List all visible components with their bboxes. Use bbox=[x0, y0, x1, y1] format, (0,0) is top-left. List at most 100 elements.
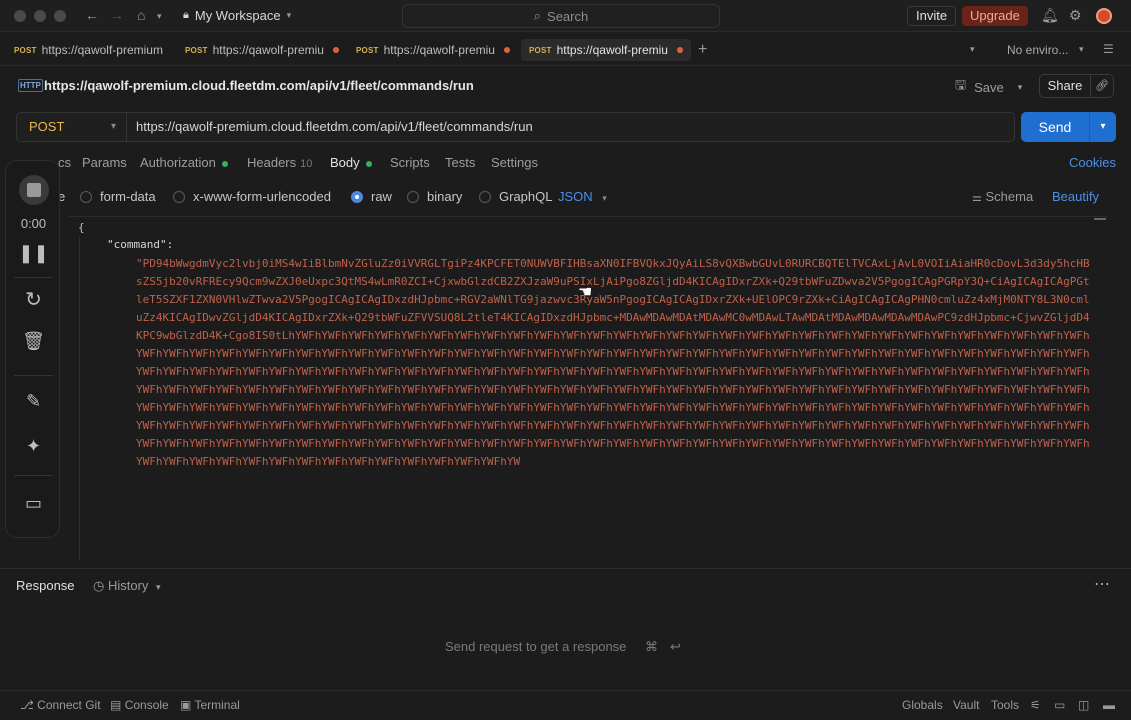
radio[interactable] bbox=[173, 190, 185, 203]
send-options-icon[interactable]: ▾ bbox=[1090, 112, 1116, 142]
empty-response-message: Send request to get a response bbox=[445, 639, 627, 654]
forward-arrow-icon[interactable]: → bbox=[110, 7, 124, 23]
request-title[interactable]: https://qawolf-premium.cloud.fleetdm.com… bbox=[44, 78, 474, 93]
git-icon: ⎇ bbox=[20, 698, 34, 712]
lock-icon: 🔒︎ bbox=[183, 9, 189, 21]
camera-icon[interactable]: ▭ bbox=[6, 493, 61, 514]
response-label: Response bbox=[16, 578, 75, 593]
terminal-icon: ▣ bbox=[180, 698, 192, 712]
beautify-button[interactable]: Beautify bbox=[1052, 189, 1099, 204]
status-bar: ⎇ Connect Git ▤ Console ▣ Terminal Globa… bbox=[0, 690, 1131, 720]
vault-button[interactable]: Vault bbox=[953, 698, 979, 712]
tabs-dropdown-icon[interactable]: ▾ bbox=[970, 44, 975, 55]
tab-url: https://qawolf-premiu bbox=[212, 43, 324, 57]
console-button[interactable]: ▤ Console bbox=[110, 698, 169, 712]
request-tab-3[interactable]: POST https://qawolf-premiu bbox=[348, 39, 518, 61]
home-icon[interactable]: ⌂ bbox=[137, 7, 145, 23]
global-search[interactable]: ⌕ Search bbox=[402, 4, 720, 28]
method-select[interactable]: POST ▾ bbox=[17, 113, 127, 141]
trash-icon[interactable]: 🗑︎ bbox=[6, 331, 61, 352]
code-open-brace: { bbox=[78, 221, 85, 234]
send-button[interactable]: Send ▾ bbox=[1021, 112, 1116, 142]
workspace-switcher[interactable]: 🔒︎ My Workspace ▾ bbox=[183, 8, 291, 23]
upgrade-button[interactable]: Upgrade bbox=[962, 6, 1028, 26]
tab-url: https://qawolf-premiu bbox=[383, 43, 495, 57]
option-label: binary bbox=[427, 189, 463, 204]
request-tab-2[interactable]: POST https://qawolf-premiu bbox=[177, 39, 347, 61]
radio[interactable] bbox=[407, 190, 419, 203]
tab-body[interactable]: Body bbox=[330, 155, 372, 170]
request-bar: POST ▾ https://qawolf-premium.cloud.flee… bbox=[16, 112, 1015, 142]
stop-recording-button[interactable] bbox=[6, 175, 61, 210]
share-label: Share bbox=[1040, 75, 1091, 97]
request-tab-4[interactable]: POST https://qawolf-premiu bbox=[521, 39, 691, 61]
command-key-icon: ⌘ bbox=[645, 639, 658, 654]
unsaved-dot bbox=[332, 47, 339, 53]
save-button[interactable]: 🖫 Save ▾ bbox=[955, 76, 1022, 98]
workspace-name: My Workspace bbox=[194, 8, 281, 23]
divider bbox=[14, 277, 53, 278]
body-graphql-option[interactable]: GraphQL bbox=[479, 189, 552, 204]
share-button[interactable]: Share 🔗︎ bbox=[1039, 74, 1114, 98]
pen-icon[interactable]: ✎ bbox=[6, 391, 61, 412]
highlighter-icon[interactable]: ✦ bbox=[6, 436, 61, 457]
close-window-button[interactable] bbox=[14, 10, 26, 22]
home-chevron-icon[interactable]: ▾ bbox=[157, 11, 162, 22]
body-raw-option[interactable]: raw bbox=[351, 189, 392, 204]
editor-scrollbar[interactable] bbox=[1094, 218, 1106, 220]
tab-method: POST bbox=[185, 45, 208, 55]
radio-selected[interactable] bbox=[351, 190, 363, 203]
tools-button[interactable]: Tools bbox=[991, 698, 1019, 712]
code-value: "PD94bWwgdmVyc2lvbj0iMS4wIiBlbmNvZGluZz0… bbox=[136, 257, 1090, 468]
title-bar: ← → ⌂ ▾ 🔒︎ My Workspace ▾ ⌕ Search Invit… bbox=[0, 0, 1131, 32]
schema-button[interactable]: ⚌ Schema bbox=[972, 189, 1033, 204]
new-tab-icon[interactable]: + bbox=[698, 41, 707, 59]
request-tab-1[interactable]: POST https://qawolf-premium bbox=[6, 39, 171, 61]
more-options-icon[interactable]: ⋯ bbox=[1094, 574, 1110, 594]
tab-authorization[interactable]: Authorization bbox=[140, 155, 228, 170]
layout-icon[interactable]: ▭ bbox=[1054, 698, 1065, 712]
environment-settings-icon[interactable]: ☰ bbox=[1103, 42, 1114, 56]
body-urlencoded-option[interactable]: x-www-form-urlencoded bbox=[173, 189, 331, 204]
pause-icon[interactable]: ❚❚ bbox=[6, 243, 61, 264]
two-pane-icon[interactable]: ◫ bbox=[1078, 698, 1089, 712]
radio[interactable] bbox=[80, 190, 92, 203]
bottom-pane-icon[interactable]: ▬ bbox=[1103, 698, 1115, 712]
body-format-select[interactable]: JSON ▾ bbox=[558, 189, 607, 204]
environment-selector[interactable]: No enviro... bbox=[1007, 43, 1068, 57]
chevron-down-icon: ▾ bbox=[156, 582, 161, 592]
url-input[interactable]: https://qawolf-premium.cloud.fleetdm.com… bbox=[136, 113, 533, 141]
tab-tests[interactable]: Tests bbox=[445, 155, 475, 170]
minimize-window-button[interactable] bbox=[34, 10, 46, 22]
tab-scripts[interactable]: Scripts bbox=[390, 155, 430, 170]
body-editor[interactable]: { "command": "PD94bWwgdmVyc2lvbj0iMS4wIi… bbox=[68, 216, 1108, 561]
restart-icon[interactable]: ↻ bbox=[6, 287, 61, 312]
http-icon: HTTP bbox=[18, 79, 43, 92]
radio[interactable] bbox=[479, 190, 491, 203]
connect-git-button[interactable]: ⎇ Connect Git bbox=[20, 698, 101, 712]
tab-headers[interactable]: Headers 10 bbox=[247, 155, 312, 170]
invite-button[interactable]: Invite bbox=[907, 6, 957, 26]
tab-settings[interactable]: Settings bbox=[491, 155, 538, 170]
back-arrow-icon[interactable]: ← bbox=[85, 7, 99, 23]
gear-icon[interactable]: ⚙ bbox=[1069, 7, 1082, 24]
save-chevron-icon: ▾ bbox=[1017, 81, 1023, 92]
terminal-button[interactable]: ▣ Terminal bbox=[180, 698, 240, 712]
format-label: JSON bbox=[558, 189, 593, 204]
environment-chevron-icon[interactable]: ▾ bbox=[1079, 44, 1084, 55]
zoom-window-button[interactable] bbox=[54, 10, 66, 22]
link-icon[interactable]: 🔗︎ bbox=[1091, 75, 1113, 97]
body-binary-option[interactable]: binary bbox=[407, 189, 462, 204]
cookies-link[interactable]: Cookies bbox=[1069, 155, 1116, 170]
tab-params[interactable]: Params bbox=[82, 155, 127, 170]
tab-docs[interactable]: cs bbox=[58, 155, 71, 170]
avatar[interactable] bbox=[1096, 8, 1112, 24]
globals-button[interactable]: Globals bbox=[902, 698, 943, 712]
body-form-data-option[interactable]: form-data bbox=[80, 189, 156, 204]
send-label: Send bbox=[1021, 112, 1090, 142]
history-button[interactable]: ◷ History ▾ bbox=[93, 578, 161, 594]
bell-icon[interactable]: 🔔︎ bbox=[1041, 7, 1059, 24]
body-options: e form-data x-www-form-urlencoded raw bi… bbox=[0, 186, 1131, 208]
settings-sliders-icon[interactable]: ⚟ bbox=[1030, 698, 1041, 712]
tab-body-label: Body bbox=[330, 155, 360, 170]
